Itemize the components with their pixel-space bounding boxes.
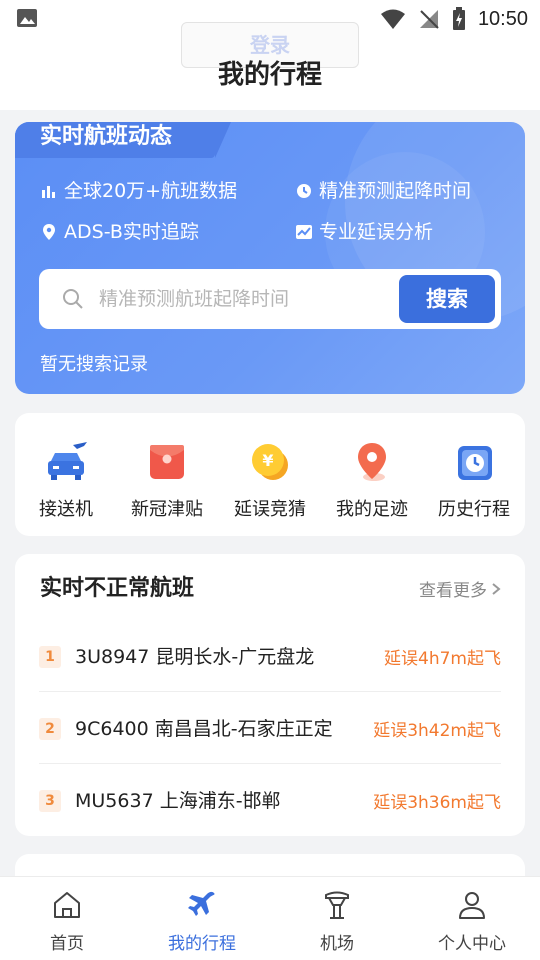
tab-label: 首页 xyxy=(50,934,84,954)
rank-badge: 3 xyxy=(39,790,61,812)
tab-label: 我的行程 xyxy=(168,934,236,954)
flight-route: 9C6400 南昌昌北-石家庄正定 xyxy=(75,718,333,740)
bar-chart-icon xyxy=(42,186,55,198)
tab-profile[interactable]: 个人中心 xyxy=(422,889,522,954)
red-envelope-icon xyxy=(150,445,184,479)
user-icon xyxy=(459,892,485,919)
flight-route: MU5637 上海浦东-邯郸 xyxy=(75,790,281,812)
feature-label: ADS-B实时追踪 xyxy=(64,221,199,243)
feature-label: 专业延误分析 xyxy=(319,221,434,243)
rank-badge: 1 xyxy=(39,646,61,668)
quick-action-label: 延误竞猜 xyxy=(234,499,306,520)
search-button[interactable]: 搜索 xyxy=(399,275,495,323)
page-header: 登录 我的行程 xyxy=(0,22,540,110)
battery-charging-icon xyxy=(452,7,465,30)
airplane-icon xyxy=(188,891,215,916)
image-notification-icon xyxy=(17,9,37,27)
quick-action-label: 我的足迹 xyxy=(336,499,408,520)
wifi-icon xyxy=(380,9,405,29)
table-row[interactable]: 2 9C6400 南昌昌北-石家庄正定 延误3h42m起飞 xyxy=(39,692,501,764)
home-icon xyxy=(54,892,80,918)
delay-status: 延误3h36m起飞 xyxy=(373,793,501,813)
feature-label: 全球20万+航班数据 xyxy=(64,180,238,202)
yen-coin-icon: ¥ xyxy=(252,444,288,480)
section-title: 实时不正常航班 xyxy=(40,576,195,601)
location-small-icon xyxy=(43,224,55,240)
rank-badge: 2 xyxy=(39,718,61,740)
delay-status: 延误3h42m起飞 xyxy=(373,721,501,741)
quick-action-footprint[interactable]: 我的足迹 xyxy=(322,439,422,521)
location-pin-icon xyxy=(358,443,386,481)
no-signal-icon xyxy=(419,10,439,29)
no-search-history-text: 暂无搜索记录 xyxy=(40,354,148,375)
clock-small-icon xyxy=(297,184,311,198)
quick-action-label: 新冠津贴 xyxy=(131,499,203,520)
abnormal-flights-card: 实时不正常航班 查看更多 1 3U8947 昆明长水-广元盘龙 延误4h7m起飞… xyxy=(15,554,525,836)
airport-tower-icon xyxy=(325,891,349,919)
clock-time: 10:50 xyxy=(477,7,528,30)
quick-action-history[interactable]: 历史行程 xyxy=(424,439,524,521)
feature-delay-analysis: 专业延误分析 xyxy=(295,219,433,245)
car-plane-icon xyxy=(48,442,87,480)
feature-adsb-tracking: ADS-B实时追踪 xyxy=(40,219,199,245)
flight-search-box[interactable]: 精准预测航班起降时间 搜索 xyxy=(39,269,501,329)
tab-label: 个人中心 xyxy=(438,934,506,954)
table-row[interactable]: 1 3U8947 昆明长水-广元盘龙 延误4h7m起飞 xyxy=(39,620,501,692)
bottom-tab-bar: 首页 我的行程 机场 个人中心 xyxy=(0,876,540,960)
chevron-right-icon xyxy=(492,582,501,595)
quick-action-delay-guess[interactable]: ¥ 延误竞猜 xyxy=(220,439,320,521)
search-icon xyxy=(63,289,83,309)
page-title: 我的行程 xyxy=(217,60,322,90)
flight-card-title: 实时航班动态 xyxy=(40,124,173,149)
quick-action-covid-subsidy[interactable]: 新冠津贴 xyxy=(117,439,217,521)
table-row[interactable]: 3 MU5637 上海浦东-邯郸 延误3h36m起飞 xyxy=(39,764,501,836)
search-input[interactable]: 精准预测航班起降时间 xyxy=(99,269,289,329)
trend-chart-icon xyxy=(296,225,312,239)
feature-global-data: 全球20万+航班数据 xyxy=(40,178,237,204)
clock-icon xyxy=(458,446,492,480)
svg-text:¥: ¥ xyxy=(262,451,273,470)
tab-label: 机场 xyxy=(320,934,354,954)
view-more-label: 查看更多 xyxy=(419,581,487,601)
view-more-link[interactable]: 查看更多 xyxy=(419,576,501,601)
quick-action-label: 接送机 xyxy=(39,499,93,520)
feature-label: 精准预测起降时间 xyxy=(319,180,472,202)
quick-actions-card: 接送机 新冠津贴 ¥ 延误竞猜 我的足迹 历史行程 xyxy=(15,413,525,536)
tab-my-trips[interactable]: 我的行程 xyxy=(152,889,252,954)
flight-search-card: 实时航班动态 全球20万+航班数据 精准预测起降时间 ADS-B实时追踪 专业延… xyxy=(15,122,525,394)
feature-predict-time: 精准预测起降时间 xyxy=(295,178,471,204)
quick-action-pickup[interactable]: 接送机 xyxy=(16,439,116,521)
delay-status: 延误4h7m起飞 xyxy=(384,649,501,669)
flight-route: 3U8947 昆明长水-广元盘龙 xyxy=(75,646,315,668)
tab-home[interactable]: 首页 xyxy=(17,889,117,954)
quick-action-label: 历史行程 xyxy=(438,499,510,520)
tab-airport[interactable]: 机场 xyxy=(287,889,387,954)
